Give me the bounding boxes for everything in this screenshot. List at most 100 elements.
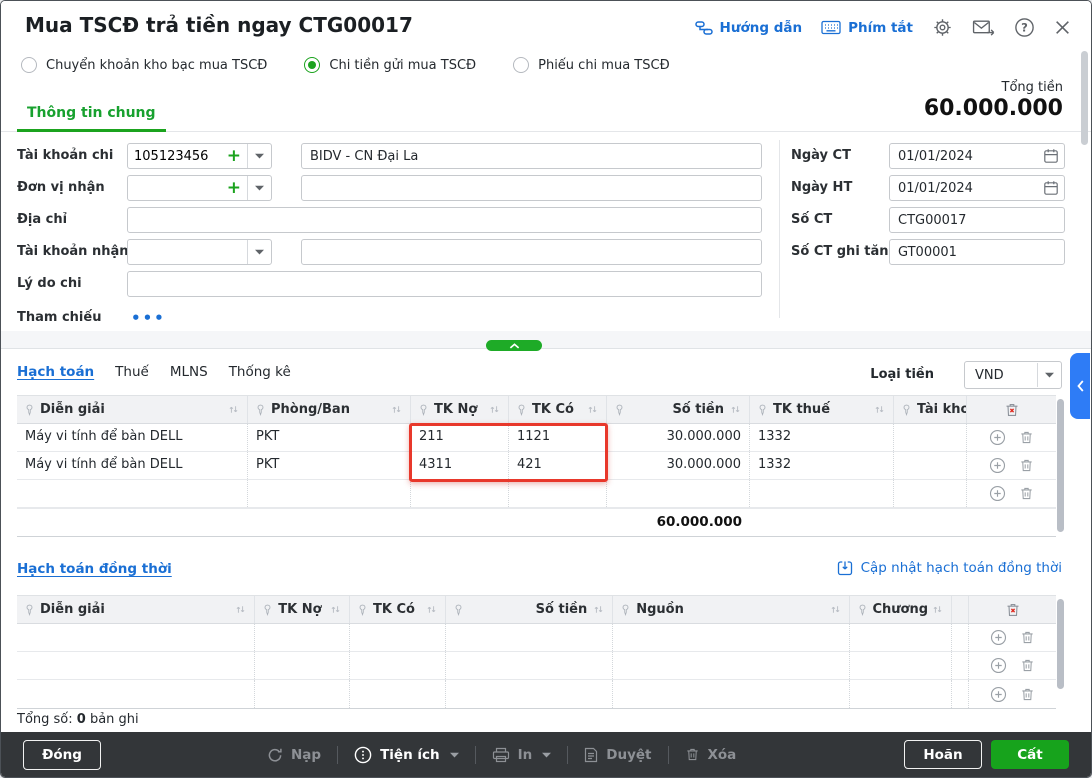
payment-reason-input[interactable] (127, 271, 762, 297)
tab-thong-ke[interactable]: Thống kê (229, 364, 291, 380)
table-cell[interactable]: 211 (411, 424, 509, 451)
approve-button[interactable]: Duyệt (584, 747, 652, 763)
pay-account-name-input[interactable] (301, 143, 762, 169)
postpone-button[interactable]: Hoãn (904, 740, 982, 769)
add-row-button[interactable] (990, 686, 1007, 703)
delete-row-button[interactable] (1019, 430, 1034, 445)
table-cell[interactable] (750, 480, 894, 507)
table-cell[interactable]: PKT (248, 452, 411, 479)
table-cell[interactable] (350, 680, 446, 708)
close-dialog-button[interactable]: Đóng (23, 740, 101, 770)
column-header[interactable]: Nguồn (613, 596, 850, 623)
receive-account-combo[interactable] (127, 239, 272, 265)
close-button[interactable] (1054, 19, 1071, 36)
calendar-icon[interactable] (1043, 148, 1059, 164)
column-header[interactable]: TK Có (509, 396, 607, 423)
add-row-button[interactable] (990, 657, 1007, 674)
radio-phieu-chi[interactable]: Phiếu chi mua TSCĐ (513, 57, 670, 73)
add-row-button[interactable] (990, 629, 1007, 646)
delete-all-column-header[interactable] (967, 396, 1056, 423)
table-cell[interactable] (411, 480, 509, 507)
column-header[interactable]: Số tiền (607, 396, 750, 423)
table-cell[interactable] (850, 624, 953, 651)
table-cell[interactable] (17, 480, 248, 507)
update-simultaneous-link[interactable]: Cập nhật hạch toán đồng thời (837, 560, 1062, 576)
column-header[interactable]: TK Có (350, 596, 446, 623)
send-feedback-button[interactable] (972, 19, 995, 36)
tab-hach-toan[interactable]: Hạch toán (17, 364, 94, 380)
table-cell[interactable]: 1332 (750, 452, 894, 479)
radio-chi-tien-gui[interactable]: Chi tiền gửi mua TSCĐ (304, 57, 476, 73)
delete-row-button[interactable] (1020, 687, 1035, 702)
print-button[interactable]: In (492, 747, 552, 763)
table-cell[interactable]: 30.000.000 (607, 424, 750, 451)
document-number-input[interactable] (889, 207, 1065, 233)
table-cell[interactable] (17, 680, 256, 708)
column-header[interactable]: Diễn giải (17, 596, 256, 623)
column-header[interactable]: Diễn giải (17, 396, 248, 423)
delete-row-button[interactable] (1020, 658, 1035, 673)
column-header[interactable]: Chương (850, 596, 953, 623)
column-header[interactable]: TK Nợ (255, 596, 350, 623)
table-cell[interactable] (850, 652, 953, 679)
column-header[interactable]: Phòng/Ban (248, 396, 411, 423)
column-header[interactable]: Số tiền (446, 596, 614, 623)
receiver-unit-combo[interactable]: + (127, 175, 272, 201)
pay-account-combo[interactable]: + (127, 143, 272, 169)
receiver-unit-name-input[interactable] (301, 175, 762, 201)
chevron-down-icon[interactable] (248, 176, 271, 200)
table-cell[interactable] (248, 480, 411, 507)
table-cell[interactable] (350, 624, 446, 651)
table-cell[interactable]: 1332 (750, 424, 894, 451)
table-cell[interactable]: Máy vi tính để bàn DELL (17, 424, 248, 451)
table-cell[interactable] (446, 652, 614, 679)
grid-scrollbar[interactable] (1057, 399, 1064, 532)
table-cell[interactable] (607, 480, 750, 507)
add-row-button[interactable] (989, 457, 1006, 474)
table-cell[interactable] (446, 624, 614, 651)
window-scrollbar[interactable] (1081, 51, 1088, 145)
receive-account-input[interactable] (128, 240, 247, 264)
radio-chuyen-khoan[interactable]: Chuyển khoản kho bạc mua TSCĐ (21, 57, 267, 73)
receiver-unit-input[interactable] (128, 176, 225, 200)
table-cell[interactable] (350, 652, 446, 679)
tab-mlns[interactable]: MLNS (170, 364, 208, 380)
table-cell[interactable]: Máy vi tính để bàn DELL (17, 452, 248, 479)
receive-account-name-input[interactable] (301, 239, 762, 265)
table-cell[interactable] (255, 624, 350, 651)
delete-all-column-header[interactable] (969, 596, 1056, 623)
help-button[interactable] (1014, 17, 1035, 38)
table-cell[interactable]: PKT (248, 424, 411, 451)
add-icon[interactable]: + (225, 176, 247, 200)
add-icon[interactable]: + (225, 144, 247, 168)
table-cell[interactable] (894, 480, 967, 507)
currency-select[interactable]: VND (964, 361, 1062, 389)
side-panel-toggle[interactable] (1070, 353, 1090, 419)
table-cell[interactable] (17, 652, 256, 679)
delete-row-button[interactable] (1020, 630, 1035, 645)
table-cell[interactable] (613, 680, 850, 708)
table-cell[interactable]: 4311 (411, 452, 509, 479)
table-cell[interactable]: 30.000.000 (607, 452, 750, 479)
increase-number-input[interactable] (889, 239, 1065, 265)
table-cell[interactable] (255, 652, 350, 679)
table-cell[interactable] (255, 680, 350, 708)
tab-thong-tin-chung[interactable]: Thông tin chung (17, 105, 166, 132)
guide-link[interactable]: Hướng dẫn (695, 20, 802, 36)
column-header[interactable]: Tài kho (894, 396, 967, 423)
simultaneous-section-link[interactable]: Hạch toán đồng thời (17, 561, 172, 577)
delete-row-button[interactable] (1019, 486, 1034, 501)
tab-thue[interactable]: Thuế (115, 364, 149, 380)
pay-account-input[interactable] (128, 144, 225, 168)
posting-date-input[interactable] (889, 175, 1065, 201)
chevron-down-icon[interactable] (248, 144, 271, 168)
document-date-input[interactable] (889, 143, 1065, 169)
utilities-button[interactable]: Tiện ích (354, 746, 459, 764)
reload-button[interactable]: Nạp (267, 747, 321, 763)
shortcuts-link[interactable]: Phím tắt (821, 20, 913, 36)
table-cell[interactable] (613, 624, 850, 651)
reference-more-button[interactable]: ••• (131, 308, 166, 328)
chevron-down-icon[interactable] (248, 240, 271, 264)
table-cell[interactable]: 1121 (509, 424, 607, 451)
table-cell[interactable] (894, 452, 967, 479)
